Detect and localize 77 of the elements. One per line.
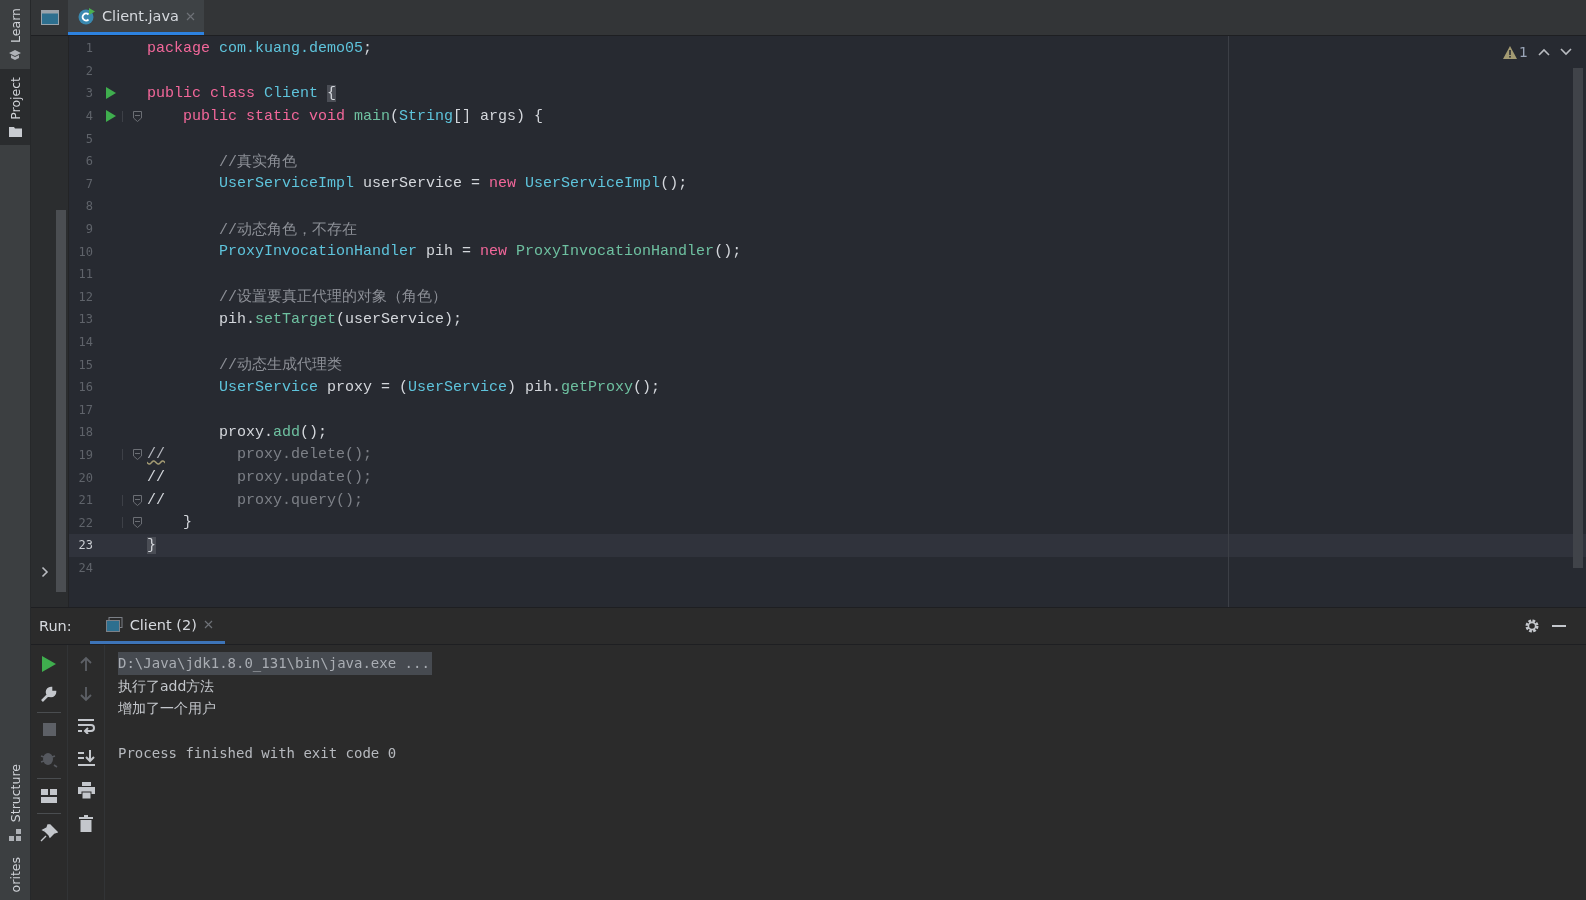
window-icon[interactable]: [40, 10, 59, 25]
line-number: 21: [77, 493, 93, 508]
line-number: 18: [77, 425, 93, 440]
console-icon: [105, 617, 123, 632]
console-line: 增加了一个用户: [118, 699, 216, 719]
code-line: // proxy.update();: [147, 469, 373, 487]
line-number: 7: [84, 176, 93, 191]
line-number: 24: [77, 560, 93, 575]
tool-window-button[interactable]: Structure: [0, 756, 30, 849]
line-number: 11: [77, 267, 93, 282]
tool-window-button[interactable]: orites: [0, 848, 30, 900]
tool-window-button[interactable]: Project: [0, 68, 30, 145]
code-line: proxy.add();: [218, 423, 328, 441]
line-number: 2: [84, 63, 93, 78]
line-number: 6: [84, 154, 93, 169]
scrollbar[interactable]: [56, 210, 66, 592]
console-line: Process finished with exit code 0: [118, 744, 397, 764]
close-icon[interactable]: [203, 620, 213, 629]
console-line: 执行了add方法: [118, 676, 215, 696]
folder-icon: [8, 125, 22, 137]
wrench-icon[interactable]: [41, 686, 57, 702]
warning-icon[interactable]: [1503, 45, 1518, 59]
line-number: 23: [77, 538, 93, 553]
fold-icon[interactable]: [132, 517, 142, 529]
code-line: pih.setTarget(userService);: [218, 310, 463, 328]
panel-title: Run:: [39, 618, 72, 634]
line-number: 1: [84, 41, 93, 56]
line-number: 14: [77, 335, 93, 349]
line-number: 13: [77, 312, 93, 327]
settings-icon[interactable]: [1524, 618, 1540, 634]
code-line: package com.kuang.demo05;: [147, 39, 373, 57]
code-line: //真实角色: [218, 152, 297, 171]
line-number: 4: [84, 109, 93, 124]
graduation-cap-icon: [8, 48, 22, 61]
editor-tab[interactable]: Client.java: [68, 0, 204, 35]
code-line: ProxyInvocationHandler pih = new ProxyInvocationHandler();: [218, 243, 742, 261]
line-number: 10: [77, 244, 93, 259]
line-number: 9: [84, 222, 93, 237]
code-line: // proxy.query();: [147, 491, 364, 509]
line-number: 12: [77, 289, 93, 304]
line-number: 5: [84, 131, 93, 146]
warning-count: 1: [1519, 44, 1528, 60]
soft-wrap-icon[interactable]: [77, 718, 95, 734]
tool-window-button[interactable]: Learn: [0, 0, 30, 69]
line-number: 3: [84, 86, 93, 101]
scrollbar[interactable]: [1573, 68, 1583, 568]
fold-icon[interactable]: [132, 110, 142, 122]
pin-icon[interactable]: [40, 824, 58, 842]
line-number: 22: [77, 515, 93, 530]
scroll-to-end-icon[interactable]: [77, 750, 95, 766]
line-number: 15: [77, 357, 93, 372]
print-icon[interactable]: [77, 782, 95, 799]
fold-icon[interactable]: [132, 494, 142, 506]
structure-icon: [9, 828, 21, 841]
expand-chevron-icon[interactable]: [41, 566, 49, 578]
code-line: //设置要真正代理的对象（角色）: [218, 287, 447, 307]
class-file-icon: [78, 7, 95, 25]
line-number: 8: [84, 199, 93, 214]
code-line: //动态生成代理类: [218, 355, 342, 375]
run-icon[interactable]: [106, 87, 116, 100]
line-number: 19: [77, 448, 93, 462]
run-icon[interactable]: [106, 110, 116, 123]
code-line: UserServiceImpl userService = new UserServiceImpl();: [218, 175, 688, 193]
trash-icon[interactable]: [79, 815, 93, 832]
line-number: 17: [77, 402, 93, 417]
code-line: // proxy.delete();: [147, 446, 373, 464]
line-number: 20: [77, 470, 93, 485]
fold-icon[interactable]: [132, 449, 142, 461]
code-line: //动态角色，不存在: [218, 220, 357, 239]
code-line: UserService proxy = (UserService) pih.getProxy();: [218, 378, 661, 396]
run-icon[interactable]: [42, 656, 56, 672]
code-line: public class Client {: [147, 85, 337, 102]
code-line: }: [182, 514, 192, 532]
code-line: public static void main(String[] args) {: [182, 107, 544, 125]
line-number: 16: [77, 380, 93, 395]
layout-icon[interactable]: [41, 789, 57, 803]
run-tab[interactable]: Client (2): [89, 608, 225, 644]
